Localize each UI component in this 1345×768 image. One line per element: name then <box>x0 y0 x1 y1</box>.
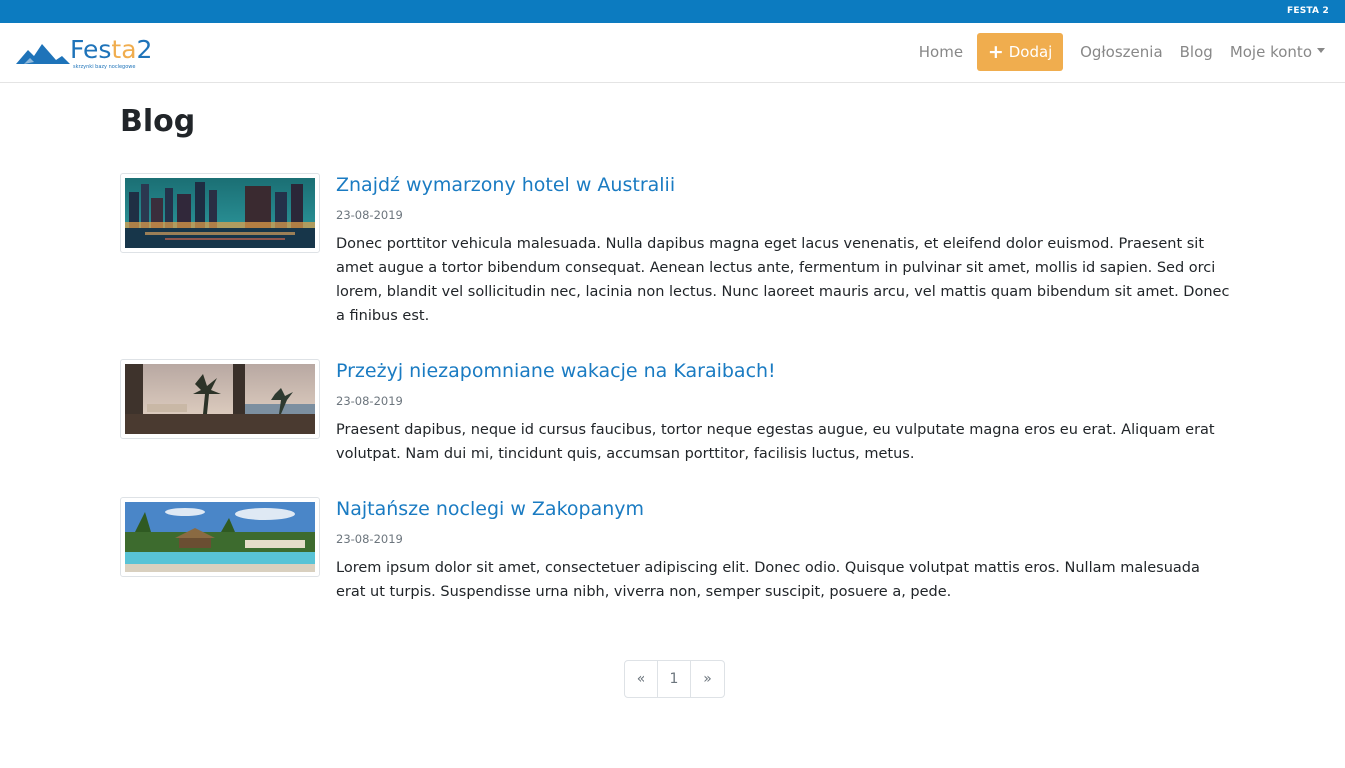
logo-tagline: skrzynki bazy noclegowe <box>73 64 136 70</box>
post-date: 23-08-2019 <box>336 208 403 222</box>
site-name-label: FESTA 2 <box>1287 6 1329 16</box>
post-excerpt: Donec porttitor vehicula malesuada. Null… <box>336 236 1230 324</box>
page-title: Blog <box>120 104 196 139</box>
post-excerpt: Lorem ipsum dolor sit amet, consectetuer… <box>336 560 1200 600</box>
post-date: 23-08-2019 <box>336 394 403 408</box>
post-thumbnail[interactable] <box>120 497 320 577</box>
main-nav: Home + Dodaj Ogłoszenia Blog Moje konto <box>902 33 1325 71</box>
beach-terrace-image <box>125 364 315 434</box>
resort-pool-image <box>125 502 315 572</box>
post-title-link[interactable]: Najtańsze noclegi w Zakopanym <box>336 498 644 520</box>
top-bar: FESTA 2 <box>0 0 1345 23</box>
add-listing-label: Dodaj <box>1008 43 1053 61</box>
post-thumbnail[interactable] <box>120 359 320 439</box>
nav-blog[interactable]: Blog <box>1180 43 1213 61</box>
nav-account-label: Moje konto <box>1229 43 1312 61</box>
post-title-link[interactable]: Znajdź wymarzony hotel w Australii <box>336 174 675 196</box>
pagination-prev-button[interactable]: « <box>625 661 658 697</box>
pagination-page-1[interactable]: 1 <box>658 661 691 697</box>
nav-home[interactable]: Home <box>919 43 963 61</box>
post-thumbnail[interactable] <box>120 173 320 253</box>
blog-post: Przeżyj niezapomniane wakacje na Karaiba… <box>120 359 1230 469</box>
post-excerpt: Praesent dapibus, neque id cursus faucib… <box>336 422 1215 462</box>
site-logo[interactable]: Festa2 skrzynki bazy noclegowe <box>16 35 153 71</box>
nav-account-dropdown[interactable]: Moje konto <box>1230 43 1325 61</box>
post-date: 23-08-2019 <box>336 532 403 546</box>
chevron-down-icon <box>1317 48 1325 53</box>
pagination: « 1 » <box>624 660 725 698</box>
blog-post: Najtańsze noclegi w Zakopanym 23-08-2019… <box>120 497 1230 607</box>
navbar: Festa2 skrzynki bazy noclegowe Home + Do… <box>0 23 1345 83</box>
pagination-next-button[interactable]: » <box>691 661 724 697</box>
add-listing-button[interactable]: + Dodaj <box>977 33 1064 71</box>
post-title-link[interactable]: Przeżyj niezapomniane wakacje na Karaiba… <box>336 360 776 382</box>
blog-post: Znajdź wymarzony hotel w Australii 23-08… <box>120 173 1230 333</box>
nav-listings[interactable]: Ogłoszenia <box>1080 43 1163 61</box>
plus-icon: + <box>987 40 1004 63</box>
logo-text: Festa2 <box>70 35 153 64</box>
city-night-image <box>125 178 315 248</box>
mountains-icon <box>16 44 70 64</box>
